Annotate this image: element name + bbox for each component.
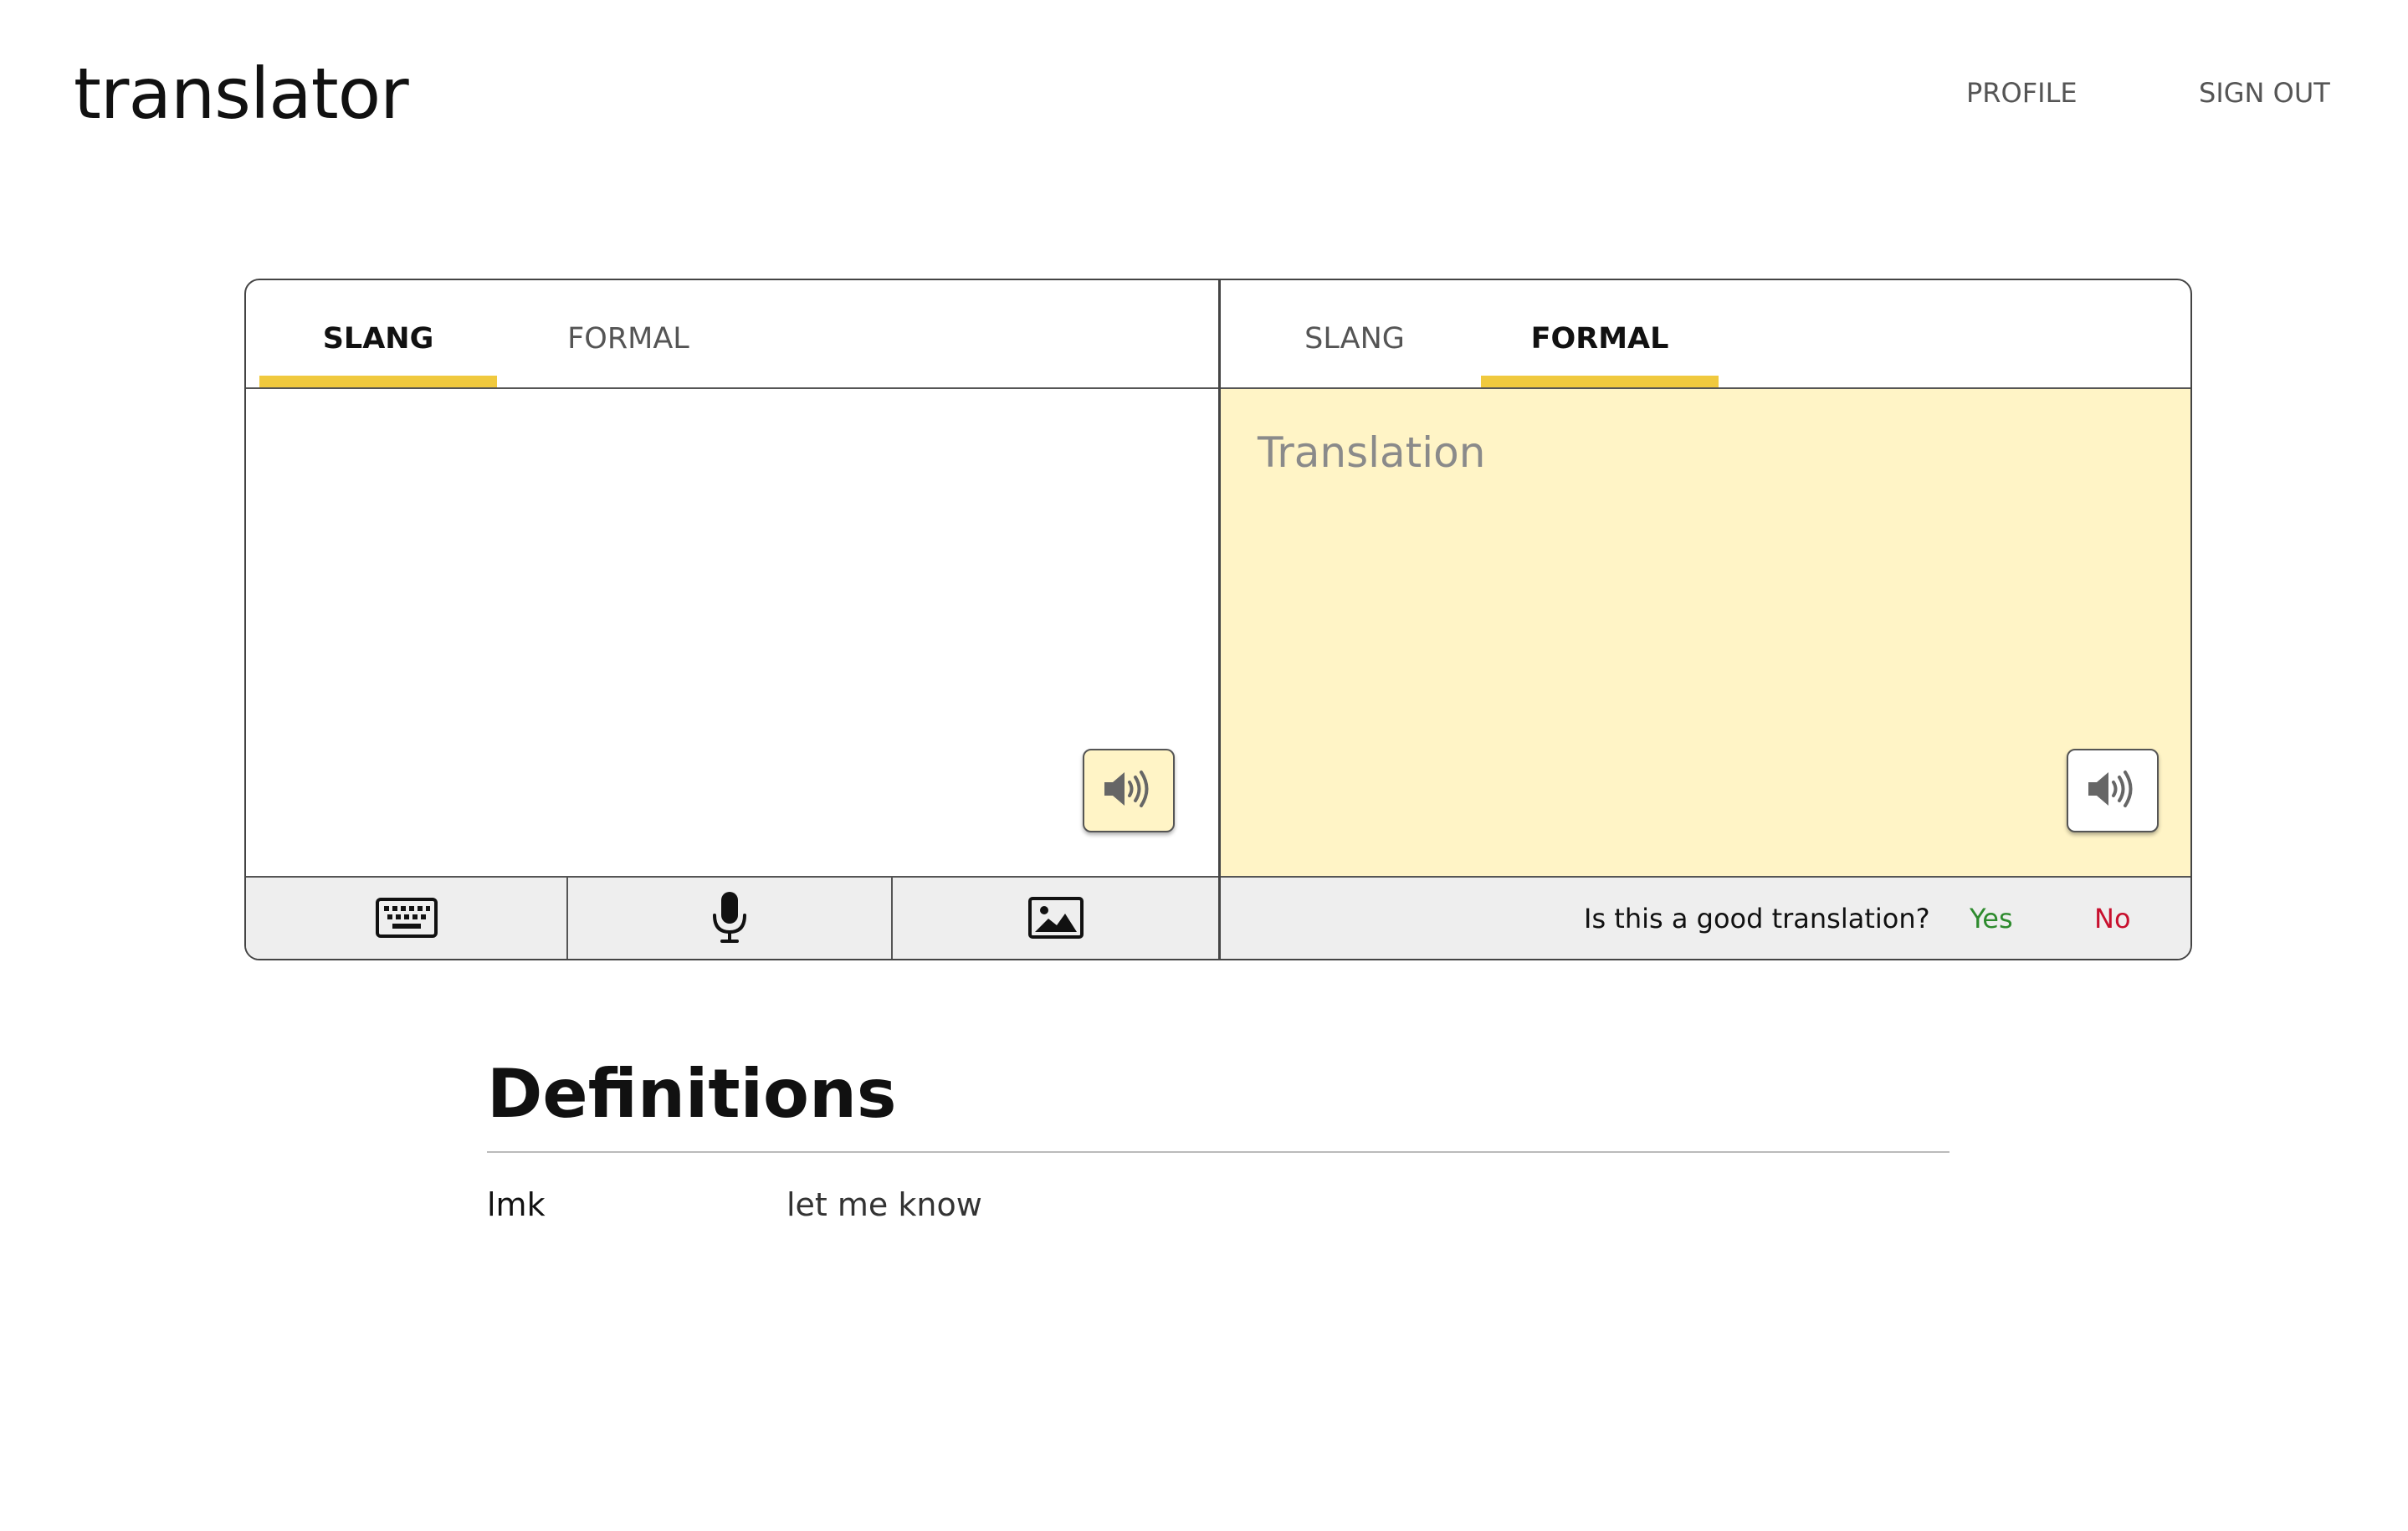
active-tab-indicator bbox=[1481, 376, 1719, 387]
target-tab-bar: SLANG FORMAL bbox=[1221, 280, 2190, 389]
speaker-icon bbox=[1103, 768, 1155, 813]
app-title: translator bbox=[74, 53, 409, 135]
definition-meaning: let me know bbox=[786, 1186, 982, 1223]
translation-speak-button[interactable] bbox=[2067, 749, 2159, 832]
translation-output-area[interactable]: Translation bbox=[1221, 389, 2190, 876]
keyboard-icon bbox=[375, 897, 438, 941]
target-tab-formal-label: FORMAL bbox=[1530, 322, 1669, 356]
target-tab-slang-label: SLANG bbox=[1304, 322, 1405, 356]
source-tab-bar: SLANG FORMAL bbox=[246, 280, 1218, 389]
feedback-no-button[interactable]: No bbox=[2094, 899, 2131, 938]
panel-divider bbox=[1218, 280, 1221, 959]
target-panel: SLANG FORMAL Translation Is this a good … bbox=[1221, 280, 2190, 959]
feedback-yes-button[interactable]: Yes bbox=[1970, 899, 2013, 938]
definitions-divider bbox=[487, 1151, 1949, 1153]
image-input-button[interactable] bbox=[893, 878, 1218, 959]
source-panel: SLANG FORMAL bbox=[246, 280, 1218, 959]
active-tab-indicator bbox=[259, 376, 497, 387]
source-text-area bbox=[246, 389, 1218, 876]
voice-input-button[interactable] bbox=[568, 878, 893, 959]
profile-link[interactable]: PROFILE bbox=[1966, 74, 2078, 112]
definition-term: lmk bbox=[487, 1186, 546, 1223]
source-tab-formal-label: FORMAL bbox=[567, 322, 689, 356]
input-mode-bar bbox=[246, 876, 1218, 959]
translator-card: SLANG FORMAL SLANG FORMAL Translation Is… bbox=[244, 279, 2192, 960]
translation-placeholder: Translation bbox=[1258, 428, 1486, 477]
definition-row: lmk let me know bbox=[487, 1180, 1949, 1230]
source-tab-slang[interactable]: SLANG bbox=[259, 280, 497, 387]
source-tab-slang-label: SLANG bbox=[322, 322, 434, 356]
target-tab-formal[interactable]: FORMAL bbox=[1481, 280, 1719, 387]
feedback-question: Is this a good translation? bbox=[1584, 903, 1930, 934]
source-tab-formal[interactable]: FORMAL bbox=[510, 280, 747, 387]
sign-out-link[interactable]: SIGN OUT bbox=[2199, 74, 2330, 112]
target-tab-slang[interactable]: SLANG bbox=[1236, 280, 1473, 387]
source-speak-button[interactable] bbox=[1083, 749, 1175, 832]
keyboard-input-button[interactable] bbox=[246, 878, 568, 959]
speaker-icon bbox=[2087, 768, 2139, 813]
image-icon bbox=[1027, 896, 1084, 942]
microphone-icon bbox=[709, 890, 751, 949]
definitions-heading: Definitions bbox=[487, 1055, 897, 1133]
feedback-bar: Is this a good translation? Yes No bbox=[1221, 876, 2190, 959]
source-text-input[interactable] bbox=[279, 422, 1119, 777]
